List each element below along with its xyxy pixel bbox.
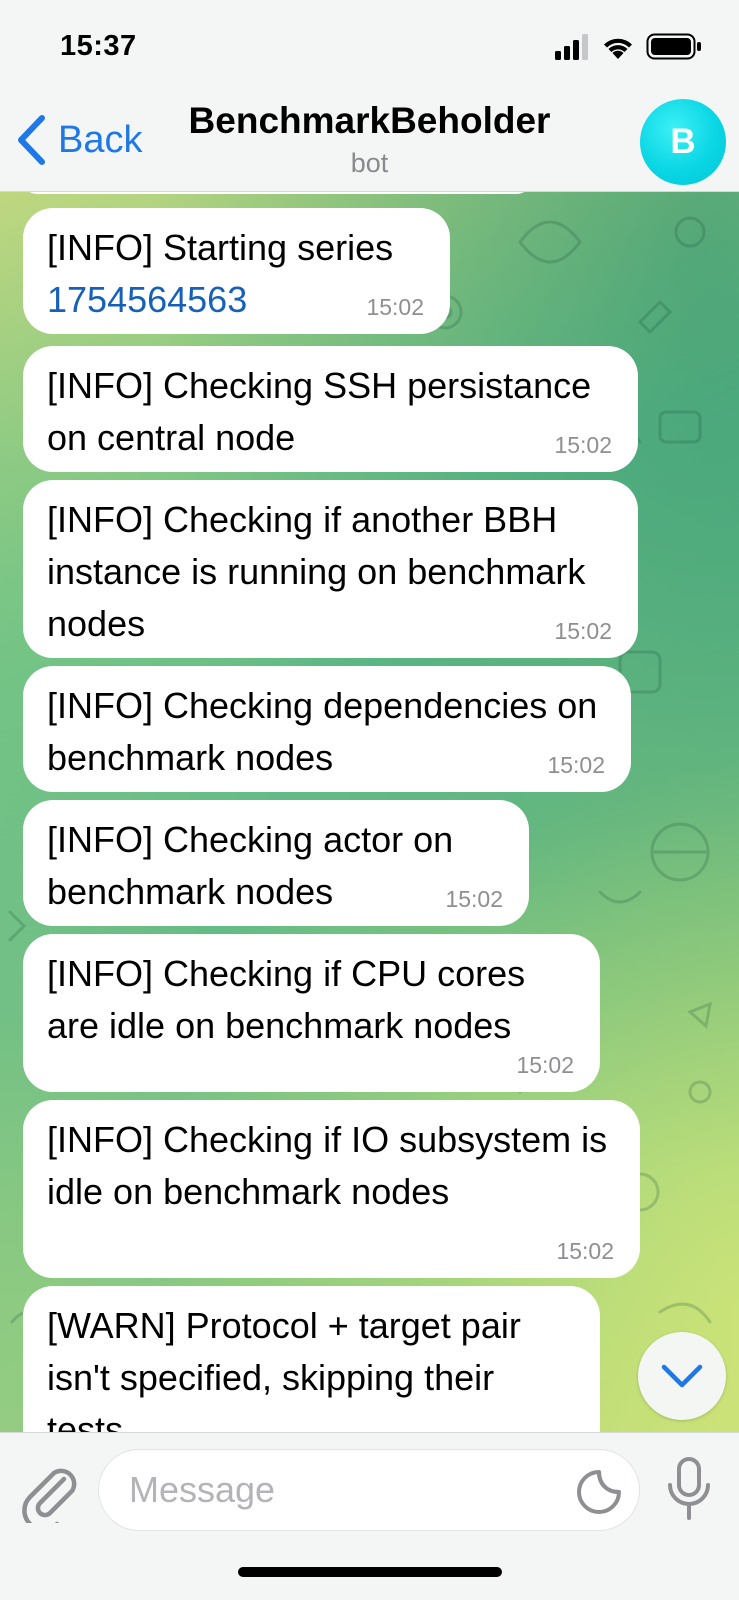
chat-title[interactable]: BenchmarkBeholder	[0, 100, 739, 142]
wifi-icon	[604, 38, 632, 59]
message-text: [INFO] Checking if IO subsystem is idle …	[47, 1119, 608, 1212]
message-text: [INFO] Checking dependencies on benchmar…	[47, 685, 598, 778]
message-time: 15:02	[554, 618, 612, 644]
previous-message-bubble	[23, 192, 531, 194]
chat-area[interactable]: [INFO] Starting series 1754564563 15:02 …	[0, 192, 739, 1432]
message-field[interactable]	[98, 1449, 640, 1531]
message-time: 15:02	[516, 1052, 574, 1078]
message-bubble[interactable]: [INFO] Checking actor on benchmark nodes…	[23, 800, 529, 926]
battery-icon	[646, 33, 701, 60]
message-text-prefix: [INFO] Starting series	[47, 227, 394, 268]
message-time: 15:02	[547, 752, 605, 778]
microphone-button[interactable]	[664, 1455, 714, 1527]
message-text: [INFO] Checking SSH persistance on centr…	[47, 365, 592, 458]
scroll-down-button[interactable]	[638, 1332, 726, 1420]
top-bar: 15:37 Back BenchmarkBeholder bot B	[0, 0, 739, 192]
status-time: 15:37	[60, 30, 137, 62]
attach-button[interactable]	[20, 1457, 80, 1532]
message-input[interactable]	[129, 1450, 549, 1530]
message-time: 15:02	[556, 1238, 614, 1264]
microphone-icon	[668, 1457, 710, 1520]
avatar[interactable]: B	[640, 99, 726, 185]
message-time: 15:02	[445, 886, 503, 912]
sticker-button[interactable]	[575, 1466, 625, 1516]
message-text: [INFO] Checking actor on benchmark nodes	[47, 819, 454, 912]
signal-icon	[555, 34, 588, 60]
message-bubble[interactable]: [INFO] Checking if another BBH instance …	[23, 480, 638, 658]
message-bubble[interactable]: [INFO] Starting series 1754564563 15:02	[23, 208, 450, 334]
home-indicator	[238, 1567, 502, 1577]
paperclip-icon	[22, 1468, 77, 1532]
composer-bar	[0, 1432, 739, 1600]
message-time: 15:02	[554, 432, 612, 458]
message-time: 15:02	[366, 294, 424, 320]
message-text: [WARN] Protocol + target pair isn't spec…	[47, 1305, 521, 1432]
message-bubble[interactable]: [INFO] Checking if IO subsystem is idle …	[23, 1100, 640, 1278]
chat-subtitle: bot	[350, 148, 389, 178]
message-text: [INFO] Checking if another BBH instance …	[47, 499, 586, 644]
message-bubble[interactable]: [INFO] Checking dependencies on benchmar…	[23, 666, 631, 792]
message-bubble[interactable]: [INFO] Checking if CPU cores are idle on…	[23, 934, 600, 1092]
message-bubble[interactable]: [INFO] Checking SSH persistance on centr…	[23, 346, 638, 472]
message-bubble[interactable]: [WARN] Protocol + target pair isn't spec…	[23, 1286, 600, 1432]
sticker-icon	[577, 1470, 621, 1514]
status-icons	[555, 32, 703, 62]
chevron-down-icon	[661, 1364, 703, 1388]
message-text: [INFO] Checking if CPU cores are idle on…	[47, 953, 526, 1046]
series-id-link[interactable]: 1754564563	[47, 279, 247, 320]
